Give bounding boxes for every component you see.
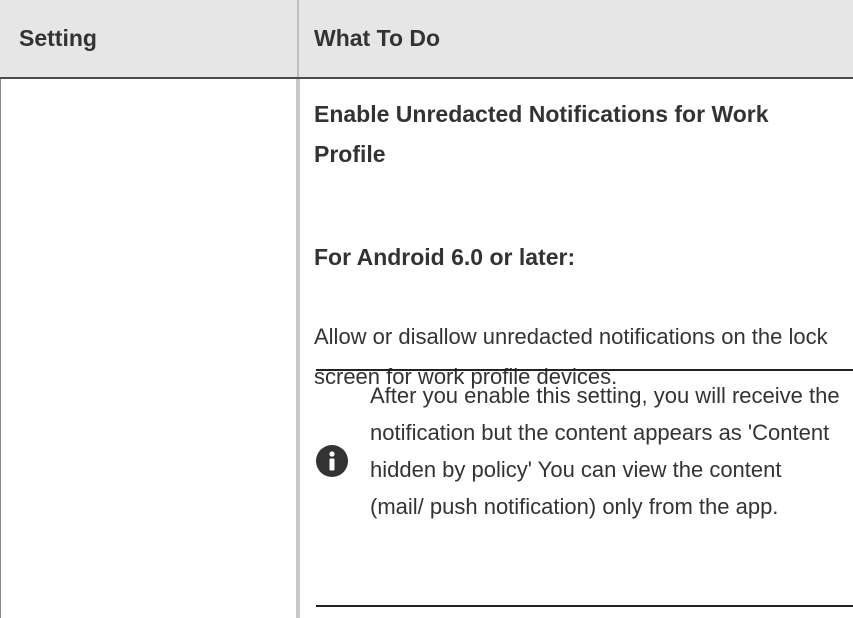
- header-column-divider: [297, 0, 299, 77]
- note-bottom-rule: [316, 605, 853, 607]
- column-divider: [296, 79, 300, 618]
- setting-heading: Enable Unredacted Notifications for Work…: [314, 101, 769, 167]
- table-left-border: [0, 79, 1, 618]
- platform-subheading: For Android 6.0 or later:: [314, 244, 576, 270]
- header-what-to-do: What To Do: [314, 25, 441, 51]
- note-text: After you enable this setting, you will …: [370, 383, 840, 519]
- settings-table: Setting What To Do Enable Unredacted Not…: [0, 0, 853, 618]
- note-top-rule: [316, 369, 853, 371]
- info-icon: [316, 445, 348, 477]
- table-header-row: Setting What To Do: [0, 0, 853, 79]
- header-setting: Setting: [19, 25, 97, 51]
